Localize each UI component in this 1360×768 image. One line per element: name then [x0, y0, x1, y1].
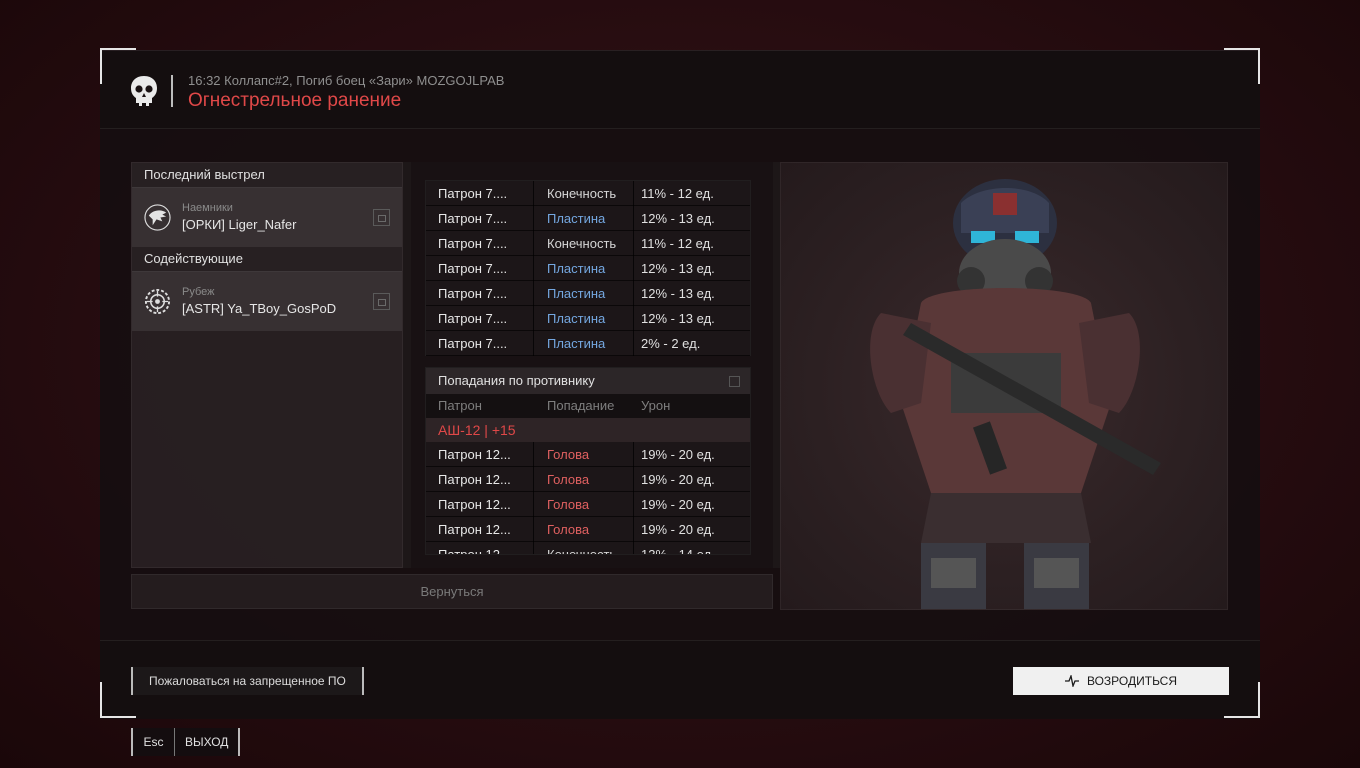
damage-cell: 19% - 20 ед. [641, 522, 715, 537]
table-row: Патрон 7.... Пластина 12% - 13 ед. [426, 281, 750, 306]
ammo-cell: Патрон 7.... [438, 186, 508, 201]
damage-log-panel: Патрон 7.... Конечность 11% - 12 ед. Патрон… [411, 162, 773, 568]
ammo-cell: Патрон 12... [438, 547, 511, 555]
ammo-cell: Патрон 12... [438, 522, 511, 537]
frame-corner-bottom-right [1224, 682, 1260, 718]
header-separator [171, 75, 173, 107]
table-row: Патрон 12... Голова 19% - 20 ед. [426, 442, 750, 467]
table-row: Патрон 7.... Пластина 2% - 2 ед. [426, 331, 750, 356]
esc-key-hint: Esc [133, 728, 175, 756]
collapse-icon[interactable] [729, 376, 740, 387]
damage-cell: 2% - 2 ед. [641, 336, 701, 351]
damage-cell: 12% - 13 ед. [641, 211, 715, 226]
assists-heading: Содействующие [132, 247, 402, 271]
assist-name: [ASTR] Ya_TBoy_GosPoD [182, 301, 337, 316]
ammo-cell: Патрон 7.... [438, 211, 508, 226]
zone-cell: Голова [547, 447, 590, 462]
dealt-columns-header: Патрон Попадание Урон [426, 394, 750, 418]
table-row: Патрон 12... Конечность 13% - 14 ед. [426, 542, 750, 555]
character-preview [780, 162, 1228, 610]
ammo-cell: Патрон 7.... [438, 336, 508, 351]
zone-cell: Голова [547, 472, 590, 487]
table-row: Патрон 7.... Конечность 11% - 12 ед. [426, 181, 750, 206]
dealt-hits-title-text: Попадания по противнику [438, 373, 595, 388]
table-row: Патрон 12... Голова 19% - 20 ед. [426, 492, 750, 517]
zone-cell: Голова [547, 497, 590, 512]
zone-cell: Голова [547, 522, 590, 537]
damage-cell: 12% - 13 ед. [641, 311, 715, 326]
zone-cell: Пластина [547, 211, 606, 226]
damage-cell: 11% - 12 ед. [641, 236, 714, 251]
zone-cell: Конечность [547, 186, 617, 201]
frame-corner-bottom-left [100, 682, 136, 718]
weapon-row: АШ-12 | +15 [426, 418, 750, 442]
copy-assist-name-icon[interactable] [373, 293, 390, 310]
soldier-model [870, 179, 1161, 609]
ammo-cell: Патрон 12... [438, 472, 511, 487]
exit-button[interactable]: ВЫХОД [175, 728, 238, 756]
ammo-cell: Патрон 7.... [438, 261, 508, 276]
assist-group: Рубеж [182, 286, 215, 298]
killer-name: [ОРКИ] Liger_Nafer [182, 217, 297, 232]
dealt-hits-title: Попадания по противнику [426, 368, 750, 394]
damage-cell: 13% - 14 ед. [641, 547, 715, 555]
frame-corner-top-left [100, 48, 136, 84]
last-shot-heading: Последний выстрел [132, 163, 402, 187]
damage-cell: 12% - 13 ед. [641, 261, 715, 276]
ammo-cell: Патрон 7.... [438, 236, 508, 251]
pulse-icon [1064, 673, 1079, 689]
table-row: Патрон 7.... Пластина 12% - 13 ед. [426, 306, 750, 331]
zone-cell: Конечность [547, 547, 617, 555]
respawn-label: ВОЗРОДИТЬСЯ [1086, 674, 1178, 688]
killer-row[interactable]: Наемники [ОРКИ] Liger_Nafer [132, 187, 402, 247]
zone-cell: Пластина [547, 336, 606, 351]
col-damage: Урон [641, 398, 671, 413]
received-hits-table: Патрон 7.... Конечность 11% - 12 ед. Патрон… [425, 180, 751, 356]
exit-control[interactable]: Esc ВЫХОД [131, 728, 241, 756]
table-row: Патрон 7.... Пластина 12% - 13 ед. [426, 256, 750, 281]
death-screen-frame: 16:32 Коллапс#2, Погиб боец «Зари» MOZGO… [100, 50, 1260, 719]
respawn-button[interactable]: ВОЗРОДИТЬСЯ [1013, 667, 1229, 695]
crosshair-emblem-icon [144, 288, 171, 315]
eagle-icon [144, 204, 171, 231]
killer-group: Наемники [182, 202, 233, 214]
death-info: 16:32 Коллапс#2, Погиб боец «Зари» MOZGO… [188, 73, 505, 88]
zone-cell: Конечность [547, 236, 617, 251]
frame-corner-top-right [1224, 48, 1260, 84]
ammo-cell: Патрон 7.... [438, 286, 508, 301]
zone-cell: Пластина [547, 261, 606, 276]
back-button[interactable]: Вернуться [131, 574, 773, 609]
damage-cell: 19% - 20 ед. [641, 447, 715, 462]
col-ammo: Патрон [438, 398, 482, 413]
ammo-cell: Патрон 7.... [438, 311, 508, 326]
damage-cell: 12% - 13 ед. [641, 286, 715, 301]
zone-cell: Пластина [547, 311, 606, 326]
footer: Пожаловаться на запрещенное ПО ВОЗРОДИТЬ… [100, 640, 1260, 719]
left-scrollbar[interactable] [403, 162, 411, 568]
copy-killer-name-icon[interactable] [373, 209, 390, 226]
table-row: Патрон 7.... Конечность 11% - 12 ед. [426, 231, 750, 256]
table-row: Патрон 12... Голова 19% - 20 ед. [426, 517, 750, 542]
assist-row[interactable]: Рубеж [ASTR] Ya_TBoy_GosPoD [132, 271, 402, 331]
ammo-cell: Патрон 12... [438, 447, 511, 462]
dealt-hits-table: Попадания по противнику Патрон Попадание… [425, 367, 751, 555]
attackers-panel: Последний выстрел Наемники [ОРКИ] Liger_… [131, 162, 403, 568]
death-cause-title: Огнестрельное ранение [188, 90, 402, 111]
zone-cell: Пластина [547, 286, 606, 301]
col-hit: Попадание [547, 398, 615, 413]
header: 16:32 Коллапс#2, Погиб боец «Зари» MOZGO… [100, 51, 1260, 129]
table-row: Патрон 7.... Пластина 12% - 13 ед. [426, 206, 750, 231]
table-row: Патрон 12... Голова 19% - 20 ед. [426, 467, 750, 492]
damage-cell: 11% - 12 ед. [641, 186, 714, 201]
report-cheat-button[interactable]: Пожаловаться на запрещенное ПО [131, 667, 364, 695]
ammo-cell: Патрон 12... [438, 497, 511, 512]
damage-cell: 19% - 20 ед. [641, 497, 715, 512]
damage-cell: 19% - 20 ед. [641, 472, 715, 487]
